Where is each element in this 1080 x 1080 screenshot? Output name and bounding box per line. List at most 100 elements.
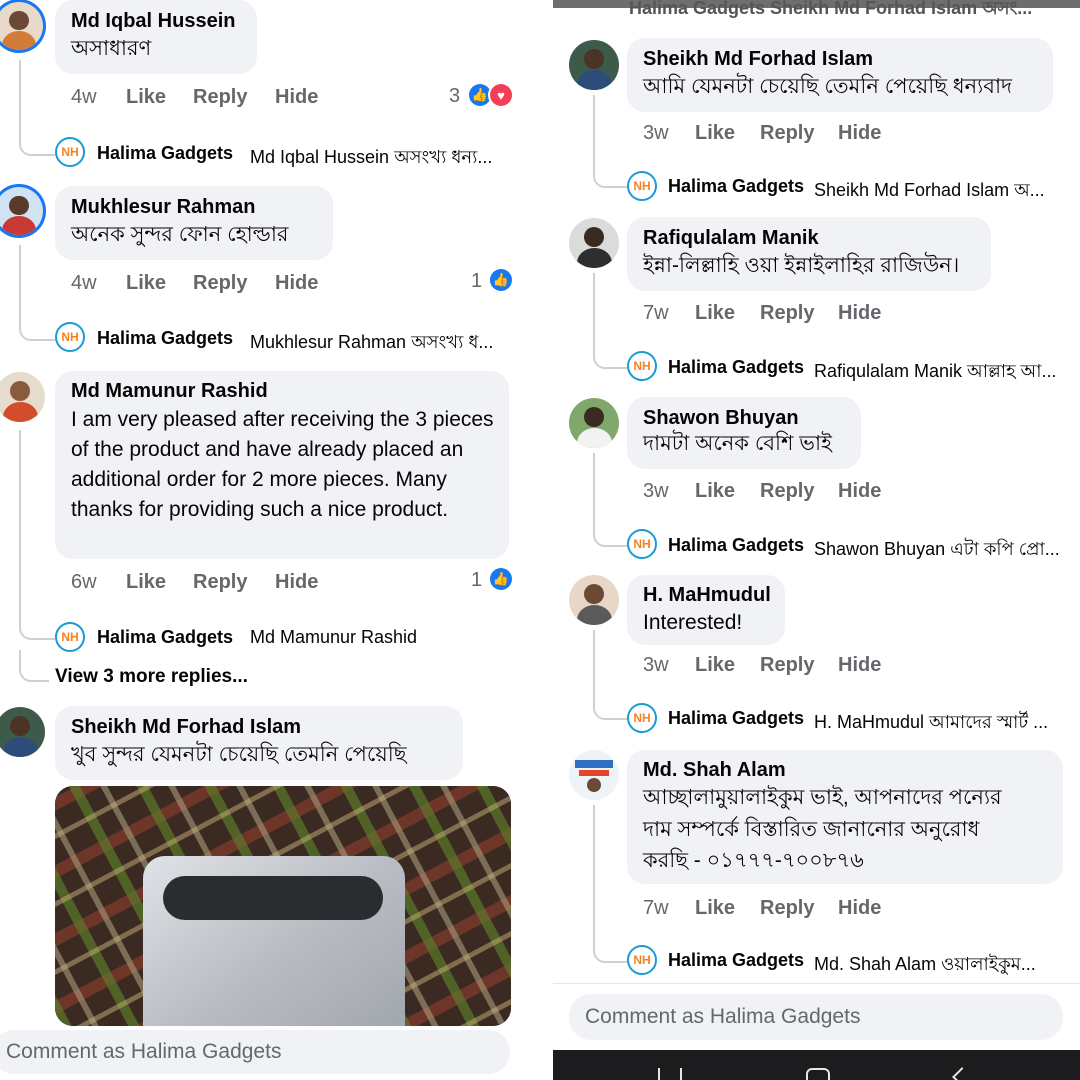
commenter-avatar[interactable] [0,372,45,422]
recent-apps-icon[interactable] [658,1068,682,1080]
comment-text: অনেক সুন্দর ফোন হোল্ডার [71,223,289,246]
reply-author[interactable]: Halima Gadgets [97,328,233,349]
right-screenshot-panel: Halima Gadgets Sheikh Md Forhad Islam অস… [553,0,1080,1080]
reply-preview-text[interactable]: Sheikh Md Forhad Islam অ... [814,176,1045,207]
hide-button[interactable]: Hide [838,302,881,325]
hide-button[interactable]: Hide [275,86,318,109]
reply-preview-text[interactable]: Mukhlesur Rahman অসংখ্য ধ... [250,328,493,359]
reply-preview-text[interactable]: Md Iqbal Hussein অসংখ্য ধন্য... [250,143,492,174]
hide-button[interactable]: Hide [838,654,881,677]
hide-button[interactable]: Hide [838,122,881,145]
comment-author[interactable]: Md. Shah Alam [643,759,786,782]
like-button[interactable]: Like [695,897,735,920]
reply-preview-text[interactable]: H. MaHmudul আমাদের স্মার্ট ... [814,708,1048,739]
hide-button[interactable]: Hide [275,571,318,594]
reply-button[interactable]: Reply [760,302,814,325]
comment-author[interactable]: Rafiqulalam Manik [643,227,819,250]
thread-line [593,273,595,341]
reply-author[interactable]: Halima Gadgets [97,143,233,164]
like-button[interactable]: Like [126,571,166,594]
reply-preview-text[interactable]: Md. Shah Alam ওয়ালাইকুম... [814,950,1036,981]
comment-text: I am very pleased after receiving the 3 … [71,408,494,521]
page-avatar-icon[interactable]: NH [627,703,657,733]
reply-author[interactable]: Halima Gadgets [668,357,804,378]
comment-text: আমি যেমনটা চেয়েছি তেমনি পেয়েছি ধন্যবাদ [643,75,1013,98]
page-avatar-icon[interactable]: NH [55,622,85,652]
commenter-avatar[interactable] [0,2,43,50]
reaction-count[interactable]: 1 [471,270,482,293]
like-button[interactable]: Like [695,480,735,503]
comment-time[interactable]: 7w [643,897,669,920]
reply-author[interactable]: Halima Gadgets [668,950,804,971]
reply-author[interactable]: Halima Gadgets [668,176,804,197]
comment-composer-input[interactable] [569,994,1063,1040]
cut-off-reply-preview[interactable]: Halima Gadgets Sheikh Md Forhad Islam অস… [629,0,1032,25]
comment-time[interactable]: 4w [71,272,97,295]
commenter-avatar[interactable] [569,575,619,625]
hide-button[interactable]: Hide [838,480,881,503]
page-avatar-icon[interactable]: NH [627,529,657,559]
comment-author[interactable]: Sheikh Md Forhad Islam [71,716,301,739]
reply-author[interactable]: Halima Gadgets [668,708,804,729]
product-photo-image [55,786,511,1026]
comment-author[interactable]: Md Mamunur Rashid [71,380,268,403]
reply-preview-text[interactable]: Md Mamunur Rashid [250,627,417,648]
hide-button[interactable]: Hide [275,272,318,295]
comment-text-line: দাম সম্পর্কে বিস্তারিত জানানোর অনুরোধ [643,818,980,841]
reply-author[interactable]: Halima Gadgets [97,627,233,648]
like-button[interactable]: Like [695,654,735,677]
view-more-replies-link[interactable]: View 3 more replies... [55,666,248,688]
comment-time[interactable]: 3w [643,654,669,677]
reply-button[interactable]: Reply [760,654,814,677]
composer-divider [553,983,1080,984]
hide-button[interactable]: Hide [838,897,881,920]
page-avatar-icon[interactable]: NH [55,322,85,352]
comment-author[interactable]: Mukhlesur Rahman [71,196,255,219]
reaction-count[interactable]: 1 [471,569,482,592]
thread-connector [593,339,627,369]
thread-connector [19,128,55,156]
like-icon: 👍 [490,568,512,590]
comment-time[interactable]: 3w [643,122,669,145]
reply-preview-text[interactable]: Rafiqulalam Manik আল্লাহ আ... [814,357,1057,388]
comment-composer-input[interactable] [0,1030,510,1074]
reply-button[interactable]: Reply [760,897,814,920]
comment-time[interactable]: 6w [71,571,97,594]
comment-author[interactable]: Sheikh Md Forhad Islam [643,48,873,71]
reply-button[interactable]: Reply [193,571,247,594]
page-avatar-icon[interactable]: NH [627,945,657,975]
back-icon[interactable] [952,1067,972,1080]
like-button[interactable]: Like [126,86,166,109]
comment-author[interactable]: Shawon Bhuyan [643,407,799,430]
reaction-count[interactable]: 3 [449,85,460,108]
like-button[interactable]: Like [695,302,735,325]
commenter-avatar[interactable] [569,40,619,90]
page-avatar-icon[interactable]: NH [627,351,657,381]
comment-author[interactable]: H. MaHmudul [643,584,771,607]
page-avatar-icon[interactable]: NH [55,137,85,167]
commenter-avatar[interactable] [0,707,45,757]
reply-preview-text[interactable]: Shawon Bhuyan এটা কপি প্রো... [814,535,1060,566]
comment-author[interactable]: Md Iqbal Hussein [71,10,235,33]
commenter-avatar[interactable] [569,218,619,268]
thread-connector [593,690,627,720]
like-button[interactable]: Like [126,272,166,295]
commenter-avatar[interactable] [569,398,619,448]
comment-time[interactable]: 4w [71,86,97,109]
reply-button[interactable]: Reply [193,272,247,295]
thread-line [19,430,21,615]
panel-separator [527,0,553,1080]
commenter-avatar[interactable] [569,750,619,800]
reply-button[interactable]: Reply [193,86,247,109]
comment-time[interactable]: 7w [643,302,669,325]
page-avatar-icon[interactable]: NH [627,171,657,201]
comment-photo[interactable] [55,786,511,1026]
reply-button[interactable]: Reply [760,480,814,503]
commenter-avatar[interactable] [0,187,43,235]
comment-time[interactable]: 3w [643,480,669,503]
home-icon[interactable] [806,1068,830,1080]
reply-author[interactable]: Halima Gadgets [668,535,804,556]
reply-button[interactable]: Reply [760,122,814,145]
like-button[interactable]: Like [695,122,735,145]
comment-text-line: করছি - ০১৭৭৭-৭০০৮৭৬ [643,849,864,872]
